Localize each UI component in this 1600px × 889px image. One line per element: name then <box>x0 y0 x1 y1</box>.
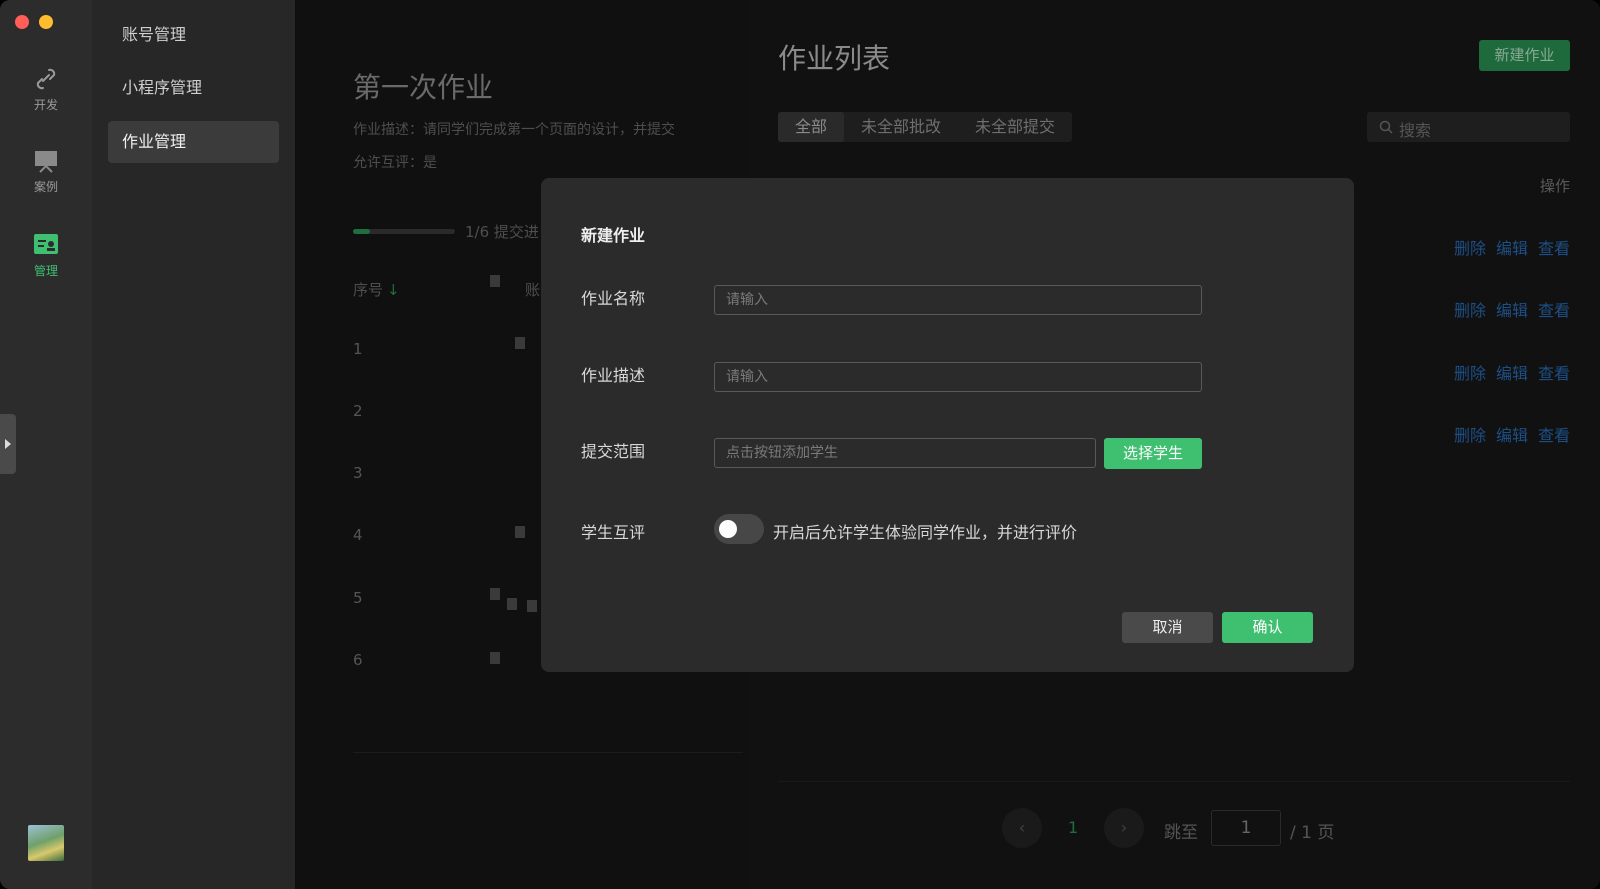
sort-down-icon: ↓ <box>387 281 400 299</box>
edit-link[interactable]: 编辑 <box>1496 301 1528 320</box>
new-assignment-button[interactable]: 新建作业 <box>1479 40 1570 71</box>
table-row: 3 <box>353 464 363 482</box>
toggle-knob <box>719 520 737 538</box>
tab-all[interactable]: 全部 <box>778 112 845 142</box>
assignment-description-label: 作业描述 <box>581 366 646 385</box>
secondary-menu: 账号管理 小程序管理 作业管理 <box>92 0 295 889</box>
assignment-name-label: 作业名称 <box>581 289 646 308</box>
divider <box>353 752 743 753</box>
peer-review-label: 学生互评 <box>581 523 646 542</box>
assignment-description: 作业描述：请同学们完成第一个页面的设计，并提交 <box>353 122 675 138</box>
row-actions: 删除 编辑 查看 <box>1444 235 1570 259</box>
redacted-block <box>490 275 500 287</box>
menu-item-assignments[interactable]: 作业管理 <box>108 121 279 163</box>
total-pages: / 1 页 <box>1290 823 1335 843</box>
peer-review-toggle[interactable] <box>714 514 764 544</box>
progress-fill <box>353 229 371 234</box>
minimize-window-button[interactable] <box>39 15 53 29</box>
current-page-number[interactable]: 1 <box>1068 818 1078 837</box>
rail-item-label: 案例 <box>33 180 58 194</box>
assignment-name-input[interactable] <box>714 285 1202 315</box>
rail-item-manage[interactable]: 管理 <box>0 232 92 279</box>
dialog-title: 新建作业 <box>581 226 646 245</box>
jump-page-input[interactable]: 1 <box>1211 810 1281 846</box>
view-link[interactable]: 查看 <box>1538 364 1570 383</box>
redacted-block <box>527 600 537 612</box>
delete-link[interactable]: 删除 <box>1454 301 1486 320</box>
column-header-index[interactable]: 序号 ↓ <box>353 279 400 300</box>
app-window: 开发 案例 管理 账号管理 小程序管理 作业管理 第一次作业 作业描述：请同学们… <box>0 0 1600 889</box>
divider <box>778 781 1570 782</box>
cancel-button[interactable]: 取消 <box>1122 612 1213 643</box>
column-header-label: 序号 <box>353 281 384 299</box>
confirm-button[interactable]: 确认 <box>1222 612 1313 643</box>
caret-right-icon <box>5 439 11 449</box>
menu-item-accounts[interactable]: 账号管理 <box>108 14 279 56</box>
sidebar-expand-handle[interactable] <box>0 414 16 474</box>
delete-link[interactable]: 删除 <box>1454 426 1486 445</box>
redacted-block <box>490 652 500 664</box>
assignment-title: 第一次作业 <box>353 71 494 104</box>
peer-review-status: 允许互评：是 <box>353 155 437 171</box>
tab-not-all-submitted[interactable]: 未全部提交 <box>958 112 1072 142</box>
view-link[interactable]: 查看 <box>1538 426 1570 445</box>
menu-item-miniprograms[interactable]: 小程序管理 <box>108 67 279 109</box>
assignment-description-input[interactable] <box>714 362 1202 392</box>
row-actions: 删除 编辑 查看 <box>1444 360 1570 384</box>
table-row: 1 <box>353 340 363 358</box>
rail-item-label: 开发 <box>33 98 58 112</box>
column-header-account: 账 <box>525 281 541 299</box>
submission-scope-input[interactable] <box>714 438 1096 468</box>
prev-page-button[interactable]: ‹ <box>1002 808 1042 848</box>
edit-link[interactable]: 编辑 <box>1496 426 1528 445</box>
delete-link[interactable]: 删除 <box>1454 239 1486 258</box>
redacted-block <box>515 337 525 349</box>
edit-link[interactable]: 编辑 <box>1496 364 1528 383</box>
view-link[interactable]: 查看 <box>1538 301 1570 320</box>
column-header-actions: 操作 <box>1539 177 1570 195</box>
peer-review-hint: 开启后允许学生体验同学作业，并进行评价 <box>773 523 1078 542</box>
view-link[interactable]: 查看 <box>1538 239 1570 258</box>
new-assignment-dialog: 新建作业 作业名称 作业描述 提交范围 选择学生 学生互评 开启后允许学生体验同… <box>541 178 1354 672</box>
redacted-block <box>507 598 517 610</box>
submission-progress-bar <box>353 229 455 234</box>
row-actions: 删除 编辑 查看 <box>1444 422 1570 446</box>
rail-item-develop[interactable]: 开发 <box>0 66 92 113</box>
link-icon <box>36 68 56 90</box>
submission-scope-label: 提交范围 <box>581 442 646 461</box>
tab-not-all-graded[interactable]: 未全部批改 <box>844 112 958 142</box>
table-row: 4 <box>353 526 363 544</box>
manage-icon <box>34 234 58 254</box>
search-icon <box>1379 120 1393 134</box>
select-students-button[interactable]: 选择学生 <box>1104 438 1202 469</box>
rail-item-cases[interactable]: 案例 <box>0 148 92 195</box>
left-rail: 开发 案例 管理 <box>0 0 92 889</box>
close-window-button[interactable] <box>15 15 29 29</box>
page-title: 作业列表 <box>778 42 891 75</box>
table-row: 6 <box>353 651 363 669</box>
table-row: 5 <box>353 589 363 607</box>
filter-tabs: 全部 未全部批改 未全部提交 <box>778 112 1073 142</box>
table-row: 2 <box>353 402 363 420</box>
search-placeholder: 搜索 <box>1399 121 1432 140</box>
row-actions: 删除 编辑 查看 <box>1444 297 1570 321</box>
monitor-icon <box>35 151 57 173</box>
jump-to-label: 跳至 <box>1164 823 1198 843</box>
search-input[interactable]: 搜索 <box>1367 112 1570 142</box>
next-page-button[interactable]: › <box>1104 808 1144 848</box>
edit-link[interactable]: 编辑 <box>1496 239 1528 258</box>
delete-link[interactable]: 删除 <box>1454 364 1486 383</box>
submission-progress-text: 1/6 提交进 <box>465 223 539 241</box>
redacted-block <box>515 526 525 538</box>
avatar[interactable] <box>28 825 64 861</box>
redacted-block <box>490 588 500 600</box>
rail-item-label: 管理 <box>33 264 58 278</box>
